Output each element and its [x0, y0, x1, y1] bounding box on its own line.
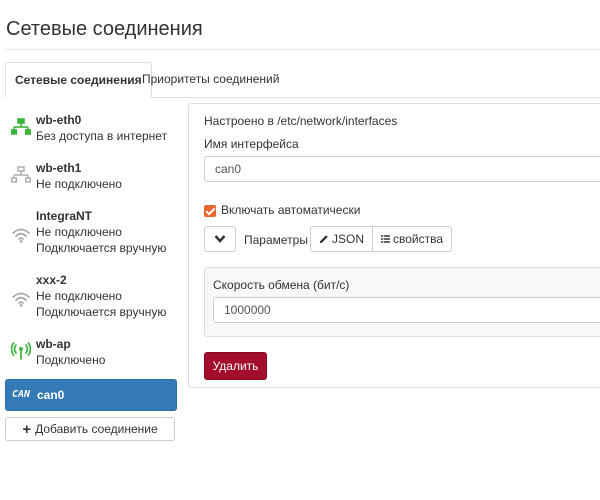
- expand-params-button[interactable]: [204, 226, 236, 252]
- add-connection-label: Добавить соединение: [35, 422, 158, 436]
- auto-connect-label: Включать автоматически: [221, 203, 361, 217]
- sidebar-item-wb-ap[interactable]: wb-ap Подключено: [5, 331, 177, 373]
- connection-mode: Подключается вручную: [36, 305, 167, 319]
- connection-status: Не подключено: [36, 289, 122, 303]
- connection-status: Не подключено: [36, 177, 122, 191]
- connection-mode: Подключается вручную: [36, 241, 167, 255]
- sidebar-item-integrant[interactable]: IntegraNT Не подключено Подключается вру…: [5, 203, 177, 261]
- pencil-icon: [319, 235, 328, 244]
- page-title: Сетевые соединения: [6, 18, 203, 40]
- connection-name: IntegraNT: [36, 209, 93, 223]
- json-button-label: JSON: [331, 232, 364, 246]
- tab-network-connections[interactable]: Сетевые соединения: [5, 62, 152, 98]
- sidebar-item-wb-eth1[interactable]: wb-eth1 Не подключено: [5, 155, 177, 197]
- connection-status: Без доступа в интернет: [36, 129, 168, 143]
- connection-name: xxx-2: [36, 273, 67, 287]
- connection-status: Не подключено: [36, 225, 122, 239]
- speed-label: Скорость обмена (бит/с): [213, 278, 350, 292]
- can-icon: CAN: [12, 389, 31, 400]
- connection-name: can0: [37, 388, 65, 402]
- connection-name: wb-eth1: [36, 161, 82, 175]
- connection-name: wb-ap: [36, 337, 71, 351]
- params-subpanel: Скорость обмена (бит/с): [204, 267, 600, 337]
- iface-name-input[interactable]: [204, 156, 600, 182]
- ethernet-disconnected-icon: [11, 165, 31, 185]
- connection-name: wb-eth0: [36, 113, 82, 127]
- list-icon: [381, 235, 390, 243]
- connections-sidebar: wb-eth0 Без доступа в интернет wb-eth1 Н…: [5, 107, 177, 441]
- add-connection-button[interactable]: + Добавить соединение: [5, 417, 175, 441]
- tab-connection-priorities[interactable]: Приоритеты соединений: [133, 62, 288, 96]
- ethernet-connected-icon: [11, 117, 31, 137]
- connection-status: Подключено: [36, 353, 106, 367]
- sidebar-item-xxx-2[interactable]: xxx-2 Не подключено Подключается вручную: [5, 267, 177, 325]
- json-button[interactable]: JSON: [310, 226, 373, 252]
- delete-button[interactable]: Удалить: [204, 352, 267, 380]
- auto-connect-checkbox[interactable]: [204, 205, 216, 217]
- access-point-icon: [10, 341, 32, 361]
- properties-button[interactable]: свойства: [372, 226, 452, 252]
- title-divider: [6, 49, 600, 50]
- sidebar-item-wb-eth0[interactable]: wb-eth0 Без доступа в интернет: [5, 107, 177, 149]
- wifi-disconnected-icon: [11, 225, 31, 245]
- speed-input[interactable]: [213, 297, 600, 323]
- properties-button-label: свойства: [392, 232, 443, 246]
- wifi-disconnected-icon: [11, 289, 31, 309]
- connection-details-panel: Настроено в /etc/network/interfaces Имя …: [188, 103, 600, 388]
- params-label: Параметры: [244, 233, 308, 247]
- plus-icon: +: [22, 420, 32, 438]
- chevron-down-icon: [214, 235, 226, 243]
- sidebar-item-can0[interactable]: CAN can0: [5, 379, 177, 411]
- iface-name-label: Имя интерфейса: [204, 137, 299, 151]
- configured-in-text: Настроено в /etc/network/interfaces: [204, 114, 398, 128]
- tab-bar: Сетевые соединения Приоритеты соединений: [5, 62, 600, 98]
